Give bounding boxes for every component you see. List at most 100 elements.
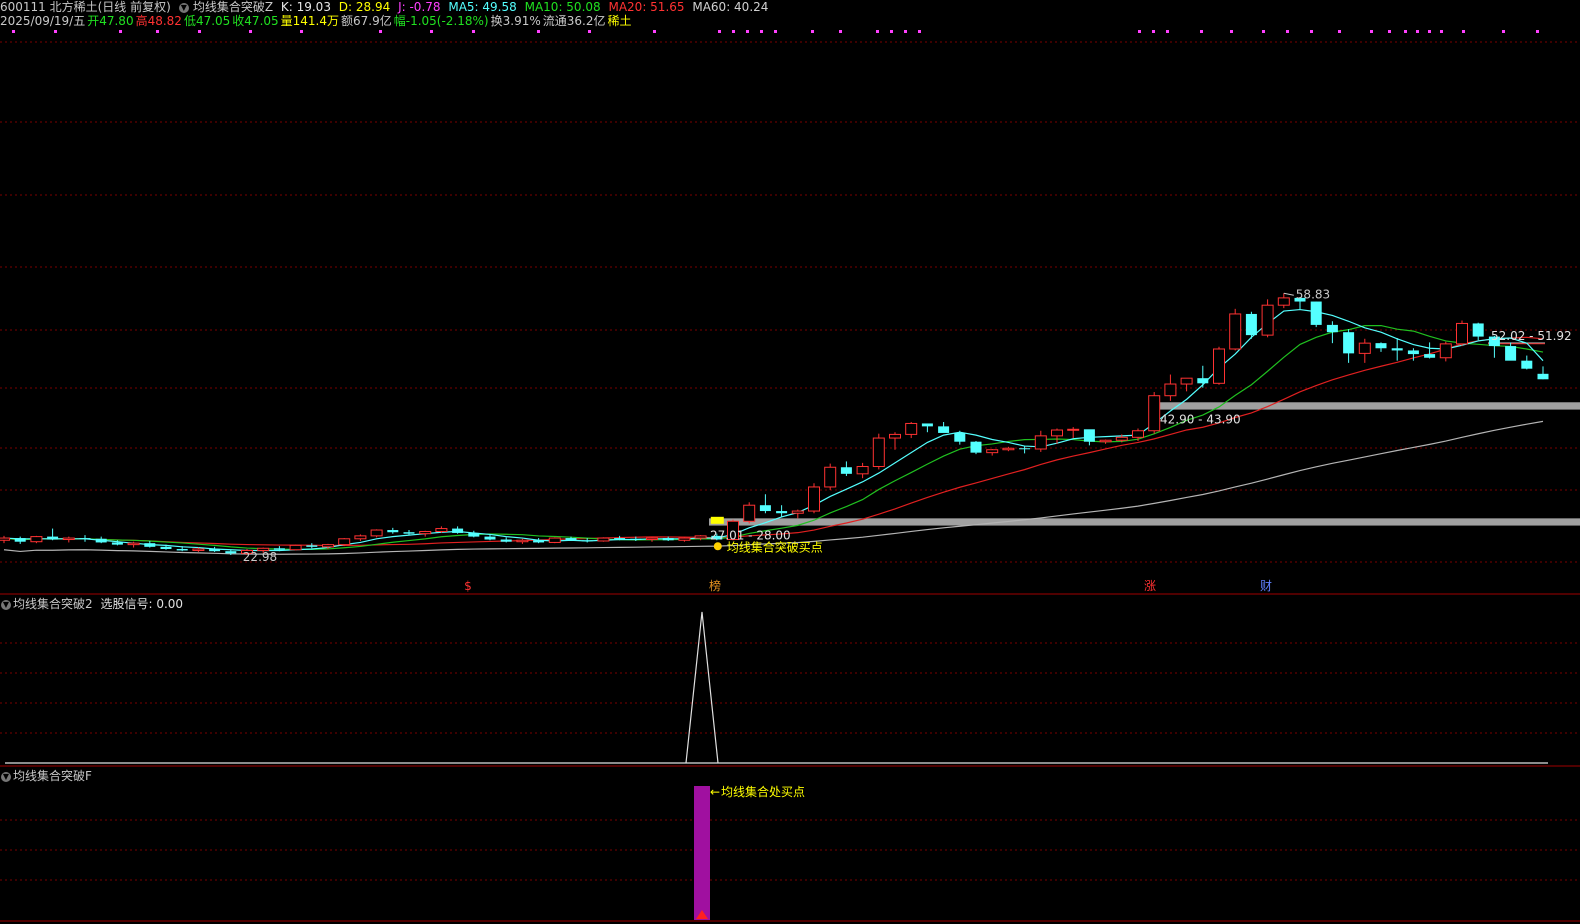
candle-body-up <box>1261 304 1274 336</box>
candle-body-down <box>111 542 123 545</box>
signal-dot <box>537 30 540 33</box>
signal-dot <box>1338 30 1341 33</box>
signal-dot <box>1230 30 1233 33</box>
signal-dot <box>588 30 591 33</box>
signal-dot <box>1310 30 1313 33</box>
candle-body-down <box>452 528 464 533</box>
candle-body-up <box>289 544 302 551</box>
candle-body-down <box>484 536 496 540</box>
candle-body-up <box>354 535 367 540</box>
candle-body-up <box>743 504 756 522</box>
candle-body-up <box>889 433 901 439</box>
candle-body-down <box>1343 332 1355 354</box>
low-price-label: 22.98 <box>243 550 277 564</box>
candle-body-up <box>986 449 999 454</box>
candle-body-down <box>1505 346 1517 361</box>
candle-body-down <box>1245 313 1257 336</box>
candle-body-up <box>370 529 383 537</box>
candle-body-up <box>1034 435 1047 450</box>
signal-dot <box>198 30 201 33</box>
candle-body-down <box>921 423 933 427</box>
candle-body-up <box>1229 313 1242 350</box>
candle-body-up <box>1180 377 1193 385</box>
buy-flag-icon <box>710 516 724 524</box>
signal-dot <box>760 30 763 33</box>
candle-body-down <box>776 511 788 514</box>
signal-dot <box>1138 30 1141 33</box>
candle-body-down <box>954 432 966 442</box>
signal-dot <box>732 30 735 33</box>
event-marker: 榜 <box>709 578 721 593</box>
event-marker: $ <box>464 579 472 593</box>
candle-body-up <box>1213 348 1225 384</box>
buy-point-label: 均线集合突破买点 <box>727 539 823 554</box>
candle-body-up <box>1358 342 1371 354</box>
signal-dot <box>918 30 921 33</box>
event-marker: 涨 <box>1144 578 1156 593</box>
candle-body-up <box>678 537 691 541</box>
signal-dot <box>1502 30 1505 33</box>
candle-body-up <box>646 537 658 541</box>
candle-body-up <box>322 544 334 548</box>
candle-body-down <box>225 551 237 554</box>
candle-body-up <box>1277 297 1290 306</box>
candle-body-up <box>872 437 885 468</box>
candle-body-down <box>614 538 626 540</box>
candle-body-down <box>1521 360 1533 369</box>
candle-body-up <box>597 537 610 542</box>
signal-dot <box>1262 30 1265 33</box>
candle-body-down <box>468 532 480 537</box>
candle-body-down <box>581 540 593 542</box>
candle-body-up <box>1067 428 1080 431</box>
candle-body-down <box>1407 350 1419 355</box>
candle-body-up <box>1099 439 1112 443</box>
signal-dot <box>718 30 721 33</box>
signal-dot <box>430 30 433 33</box>
candle-body-down <box>938 426 950 433</box>
signal-dot <box>54 30 57 33</box>
signal-dot <box>904 30 907 33</box>
buy-signal-bar <box>694 786 710 920</box>
candle-body-up <box>824 466 837 488</box>
candle-body-up <box>1148 395 1161 432</box>
candle-body-down <box>14 538 26 542</box>
candle-body-up <box>1456 322 1468 345</box>
left-arrow-icon: ← <box>710 785 720 799</box>
signal-dot <box>379 30 382 33</box>
signal-dot <box>1428 30 1431 33</box>
high-arrow <box>1283 292 1294 296</box>
candle-body-up <box>419 530 432 535</box>
ma10-line <box>3 324 1544 550</box>
zone-mid-label: 42.90 - 43.90 <box>1160 413 1241 427</box>
candle-body-down <box>970 441 982 453</box>
candle-body-down <box>403 532 415 534</box>
candle-body-down <box>1537 373 1549 380</box>
candle-body-down <box>79 538 91 540</box>
candle-body-down <box>176 549 188 551</box>
candle-body-up <box>856 466 869 475</box>
candle-body-up <box>127 542 140 546</box>
signal-dot <box>156 30 159 33</box>
candle-body-down <box>1326 324 1338 333</box>
candle-body-down <box>759 505 771 512</box>
signal-dot <box>876 30 879 33</box>
candle-body-down <box>209 549 221 552</box>
signal-dot <box>746 30 749 33</box>
candle-body-down <box>160 546 172 550</box>
kline-chart[interactable]: 58.8322.9827.01 - 28.0042.90 - 43.9052.0… <box>0 0 1580 924</box>
candle-body-up <box>1439 343 1452 359</box>
candle-body-down <box>500 539 512 542</box>
signal-dot <box>811 30 814 33</box>
ma20-line <box>3 336 1544 547</box>
candle-body-down <box>1197 378 1209 384</box>
candle-body-up <box>1051 429 1063 437</box>
candle-body-down <box>1083 429 1095 442</box>
candle-body-down <box>387 530 399 533</box>
zone-high-label: 52.02 - 51.92 <box>1491 329 1572 343</box>
candle-body-up <box>1132 430 1144 438</box>
candle-body-down <box>47 536 59 540</box>
signal-dot <box>890 30 893 33</box>
signal-spike <box>685 611 719 764</box>
signal-dot <box>1536 30 1539 33</box>
candle-body-up <box>1115 436 1128 441</box>
